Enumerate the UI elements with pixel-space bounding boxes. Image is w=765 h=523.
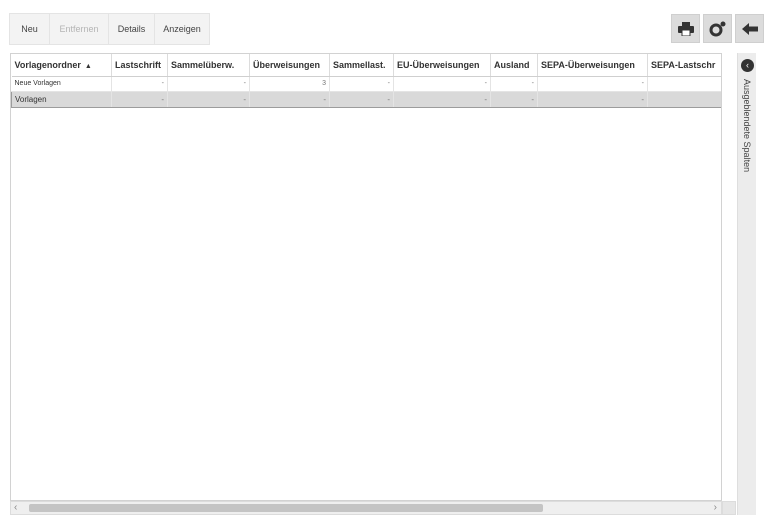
horizontal-scrollbar[interactable]: ‹ › — [10, 501, 722, 515]
hidden-columns-label: Ausgeblendete Spalten — [742, 79, 752, 173]
print-button[interactable] — [671, 14, 700, 43]
column-header-sepa-lastschriften[interactable]: SEPA-Lastschr — [647, 54, 721, 77]
settings-button[interactable] — [703, 14, 732, 43]
scroll-left-icon[interactable]: ‹ — [14, 502, 17, 514]
table-cell: - — [111, 76, 168, 92]
table-cell: Vorlagen — [11, 90, 112, 108]
column-header-sammelueberw[interactable]: Sammelüberw. — [167, 54, 250, 77]
header-row: Vorlagenordner ▲ Lastschrift Sammelüberw.… — [11, 54, 721, 77]
settings-icon — [709, 21, 725, 36]
scroll-corner — [722, 501, 736, 515]
print-icon — [677, 21, 694, 36]
column-header-ueberweisungen[interactable]: Überweisungen — [249, 54, 330, 77]
show-button[interactable]: Anzeigen — [154, 13, 210, 45]
table-cell: - — [329, 76, 394, 92]
scrollbar-thumb[interactable] — [29, 504, 543, 512]
hidden-columns-panel[interactable]: ‹ Ausgeblendete Spalten — [737, 53, 756, 515]
table-cell — [647, 76, 721, 92]
table-cell: - — [490, 76, 538, 92]
new-button[interactable]: Neu — [9, 13, 49, 45]
expand-panel-icon[interactable]: ‹ — [741, 59, 754, 72]
column-header-sammellast[interactable]: Sammellast. — [329, 54, 394, 77]
table-cell: - — [537, 90, 648, 108]
table-cell: - — [249, 90, 330, 108]
scroll-right-icon[interactable]: › — [714, 502, 717, 514]
back-button[interactable] — [735, 14, 764, 43]
remove-button[interactable]: Entfernen — [49, 13, 108, 45]
column-header-sepa-ueberweisungen[interactable]: SEPA-Überweisungen — [537, 54, 648, 77]
table-cell: - — [393, 76, 491, 92]
column-header-eu-ueberweisungen[interactable]: EU-Überweisungen — [393, 54, 491, 77]
table-cell: 3 — [249, 76, 330, 92]
table-cell: - — [167, 90, 250, 108]
table-cell: - — [111, 90, 168, 108]
table-row[interactable]: Neue Vorlagen - - 3 - - - - — [11, 76, 721, 92]
table-cell: - — [393, 90, 491, 108]
column-header-vorlagenordner[interactable]: Vorlagenordner ▲ — [11, 54, 112, 77]
table-row-selected[interactable]: Vorlagen - - - - - - - — [11, 90, 721, 108]
table-cell: - — [329, 90, 394, 108]
table-cell — [647, 90, 721, 108]
table-cell: - — [490, 90, 538, 108]
sort-ascending-icon: ▲ — [84, 62, 92, 70]
table-cell: Neue Vorlagen — [11, 76, 112, 92]
back-arrow-icon — [741, 22, 758, 35]
templates-table: Vorlagenordner ▲ Lastschrift Sammelüberw.… — [10, 53, 722, 501]
table-cell: - — [167, 76, 250, 92]
toolbar: Neu Entfernen Details Anzeigen — [9, 13, 210, 45]
column-header-lastschrift[interactable]: Lastschrift — [111, 54, 168, 77]
table-cell: - — [537, 76, 648, 92]
column-header-ausland[interactable]: Ausland — [490, 54, 538, 77]
details-button[interactable]: Details — [108, 13, 154, 45]
